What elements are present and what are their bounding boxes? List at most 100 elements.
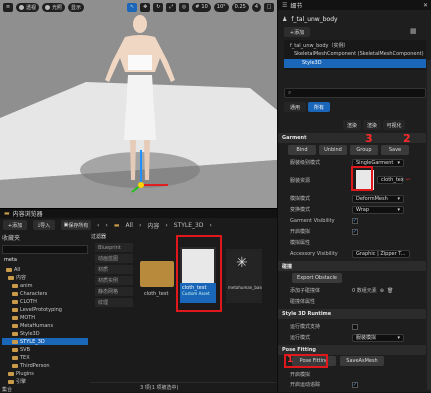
asset-tile-skeleton[interactable]: ✳ metahuman_base_skel_lip — [226, 249, 262, 303]
lit-button[interactable]: 光照 — [42, 2, 66, 12]
trash-icon[interactable]: 🗑 — [387, 288, 393, 294]
unbind-button[interactable]: Unbind — [319, 145, 347, 155]
scale-tool-icon[interactable]: ⤢ — [166, 2, 177, 12]
tree-root[interactable]: meta — [4, 257, 17, 263]
accessory-visibility-dropdown[interactable]: Graphic | Zipper T... — [352, 249, 410, 258]
viewport-menu-button[interactable]: ≡ — [3, 2, 13, 12]
wrap-mode-dropdown[interactable]: Wrap ▾ — [352, 205, 404, 214]
annotation-2: 2 — [403, 132, 411, 145]
tab-all[interactable]: 所有 — [308, 102, 330, 112]
save-as-mesh-button[interactable]: SaveAsMesh — [340, 356, 384, 366]
tree-item-levelprototyping[interactable]: LevelPrototyping — [12, 306, 92, 313]
tree-item-svb[interactable]: SVB — [12, 346, 92, 353]
export-obstacle-button[interactable]: Export Obstacle — [292, 273, 342, 283]
folder-icon: ▬ — [4, 210, 10, 217]
nav-back-icon[interactable]: ‹ — [97, 222, 99, 229]
highlight-cloth-asset — [176, 235, 222, 312]
camera-speed-button[interactable]: 4 — [251, 2, 261, 12]
breadcrumb-content[interactable]: 内容 — [147, 221, 159, 230]
tree-item-instance[interactable]: f_tal_unw_body（实例） — [290, 42, 348, 49]
run-support-checkbox[interactable] — [352, 323, 358, 330]
save-button[interactable]: Save — [381, 145, 409, 155]
add-button[interactable]: +添加 — [3, 220, 27, 230]
group-button[interactable]: Group — [350, 145, 378, 155]
breadcrumb-all[interactable]: All — [125, 222, 132, 229]
scale-snap-button[interactable]: 0.25 — [231, 2, 249, 12]
tab-visibility[interactable]: 可视化 — [383, 120, 405, 130]
filter-blueprint[interactable]: Blueprint — [95, 243, 133, 252]
row-motion-tracking: 开启运动追踪 ✓ — [290, 381, 358, 388]
annotation-1: 1 — [287, 355, 294, 365]
tree-item-style-3d[interactable]: STYLE_3D — [2, 338, 88, 345]
details-tab[interactable]: ☰ 细节 ✕ — [278, 0, 431, 10]
chevron-down-icon: ▾ — [397, 159, 400, 166]
tree-item-characters[interactable]: Characters — [12, 290, 92, 297]
tree-item-tex[interactable]: TEX — [12, 354, 92, 361]
tab-general[interactable]: 通用 — [284, 102, 306, 112]
tree-item-engine[interactable]: 引擎 — [8, 378, 88, 385]
content-browser-tab[interactable]: ▬ 内容浏览器 — [0, 209, 277, 218]
filter-material-instance[interactable]: 材质实例 — [95, 276, 133, 285]
add-component-button[interactable]: +添加 — [284, 27, 310, 37]
save-all-button[interactable]: ▣ 保存所有 — [61, 220, 91, 230]
import-button[interactable]: ⤓ 导入 — [33, 220, 55, 230]
filter-static-mesh[interactable]: 静态网格 — [95, 287, 133, 296]
show-button[interactable]: 显示 — [68, 2, 85, 12]
select-tool-icon[interactable]: ↖ — [127, 2, 138, 12]
tab-render-2[interactable]: 渲染 — [363, 120, 381, 130]
row-sim-props[interactable]: 模拟属性 — [278, 237, 426, 248]
details-scrollbar[interactable] — [427, 60, 431, 390]
sim-mode-dropdown[interactable]: DeformMesh ▾ — [352, 194, 404, 203]
tree-item-metahumans[interactable]: MetaHumans — [12, 322, 92, 329]
content-browser: ▬ 内容浏览器 +添加 ⤓ 导入 ▣ 保存所有 ‹ › ▬ All › 内容 › STY… — [0, 208, 277, 393]
world-icon[interactable]: ◎ — [179, 2, 190, 12]
row-run-support: 运行模式支持 — [278, 321, 426, 332]
row-sim-mode: 模拟模式 DeformMesh ▾ — [278, 193, 426, 204]
motion-tracking-checkbox[interactable]: ✓ — [352, 381, 358, 388]
tree-item-moth[interactable]: MOTH — [12, 314, 92, 321]
tree-item-anim[interactable]: anim — [12, 282, 92, 289]
tree-search-input[interactable] — [2, 245, 88, 254]
tree-item-style3d-lower[interactable]: Style3D — [12, 330, 92, 337]
tree-item-skeletal-mesh[interactable]: SkeletalMeshComponent (SkeletalMeshCompo… — [294, 51, 424, 57]
maximize-icon[interactable]: □ — [264, 2, 274, 12]
tree-item-thirdperson[interactable]: ThirdPerson — [12, 362, 92, 369]
close-icon[interactable]: ✕ — [423, 2, 428, 9]
level-viewport[interactable]: ≡ 透视 光照 显示 ↖ ✥ ↻ ⤢ ◎ #10 10° 0.25 4 □ — [0, 0, 277, 208]
details-panel: ☰ 细节 ✕ ♟ f_tal_unw_body +添加 ▦ f_tal_unw_… — [277, 0, 431, 392]
tree-item-style3d[interactable]: Style3D — [284, 59, 426, 68]
reset-arrow-icon[interactable]: ↩ — [406, 177, 410, 183]
tree-item-content[interactable]: 内容 — [8, 274, 88, 281]
grid-snap-button[interactable]: #10 — [192, 2, 211, 12]
tree-item-all[interactable]: All — [6, 266, 86, 273]
breadcrumb-style3d[interactable]: STYLE_3D — [174, 222, 204, 229]
section-runtime[interactable]: Style 3D Runtime — [278, 309, 426, 319]
open-sim-checkbox[interactable]: ✓ — [352, 228, 358, 235]
details-search-input[interactable]: ⌕ — [284, 88, 426, 98]
add-element-icon[interactable]: ⊕ — [380, 288, 384, 294]
run-mode-dropdown[interactable]: 服装模拟 ▾ — [352, 333, 404, 342]
asset-tile-folder[interactable]: cloth_test — [140, 257, 174, 305]
row-add-obstacle: 添加子碰撞体 0 数组元素 ⊕ 🗑 — [290, 287, 394, 295]
section-collision[interactable]: 碰撞 — [278, 261, 426, 271]
garment-visibility-checkbox[interactable]: ✓ — [352, 217, 358, 224]
grid-icon: # — [195, 4, 200, 10]
tab-render-1[interactable]: 渲染 — [343, 120, 361, 130]
move-tool-icon[interactable]: ✥ — [140, 2, 151, 12]
rotate-tool-icon[interactable]: ↻ — [153, 2, 164, 12]
tree-item-plugins[interactable]: Plugins — [8, 370, 88, 377]
row-obstacle-props[interactable]: 碰撞体属性 — [278, 296, 426, 307]
filter-material[interactable]: 材质 — [95, 265, 133, 274]
filters-header[interactable]: 过滤器 — [91, 233, 106, 240]
tree-item-cloth[interactable]: CLOTH — [12, 298, 92, 305]
bind-button[interactable]: Bind — [288, 145, 316, 155]
skeleton-icon: ✳ — [236, 255, 248, 271]
blueprint-icon[interactable]: ▦ — [410, 27, 426, 37]
favorites-header[interactable]: 收藏夹 — [2, 233, 88, 242]
nav-forward-icon[interactable]: › — [105, 222, 107, 229]
filter-anim-blueprint[interactable]: 动画蓝图 — [95, 254, 133, 263]
filter-texture[interactable]: 纹理 — [95, 298, 133, 307]
perspective-button[interactable]: 透视 — [16, 2, 40, 12]
angle-snap-button[interactable]: 10° — [213, 2, 229, 12]
asset-picker-dropdown[interactable]: cloth_tex — [377, 176, 404, 184]
